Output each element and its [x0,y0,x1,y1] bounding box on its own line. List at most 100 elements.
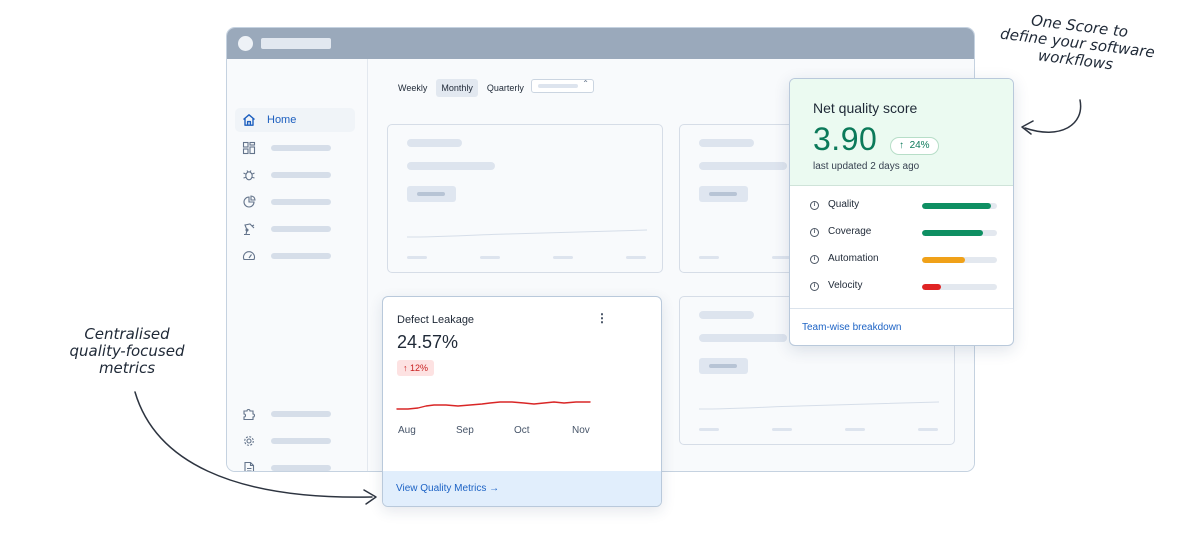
sidebar-item-settings[interactable] [235,429,355,453]
pie-chart-icon [241,194,257,210]
skeleton-tick [699,428,719,431]
sidebar-item-performance[interactable] [235,244,355,268]
annotation-right: One Score to define your software workfl… [983,7,1173,80]
skeleton-tick [407,256,427,259]
sidebar-item-home[interactable]: Home [235,108,355,132]
metric-row-quality: i Quality [810,199,1000,213]
metric-value: 24.57% [397,332,459,352]
trend-sparkline [396,401,591,410]
filter-quarterly[interactable]: Quarterly [482,79,529,97]
sidebar-item-placeholder [271,172,331,178]
sidebar-item-placeholder [271,411,331,417]
sidebar-item-placeholder [271,438,331,444]
sidebar-item-integrations[interactable] [235,402,355,426]
skeleton-line [407,162,495,170]
skeleton-pill [699,186,748,202]
info-icon[interactable]: i [810,255,819,264]
team-wise-breakdown-link[interactable]: Team-wise breakdown [802,322,902,333]
metric-bar [922,203,997,209]
title-bar [227,28,974,59]
score-value: 3.90 [813,121,878,157]
skeleton-tick [626,256,646,259]
x-axis-label: Sep [456,425,474,436]
puzzle-icon [241,406,257,422]
sidebar-item-automation[interactable] [235,217,355,241]
info-icon[interactable]: i [810,282,819,291]
sidebar-item-placeholder [271,465,331,471]
arrow-right-head [1021,120,1034,135]
metric-label: Automation [828,253,879,264]
skeleton-line [407,139,462,147]
skeleton-tick [480,256,500,259]
x-axis-label: Oct [514,425,530,436]
arrow-right [1024,99,1082,133]
metric-bar-fill [922,230,983,236]
metric-row-coverage: i Coverage [810,226,1000,240]
metric-bar [922,284,997,290]
gear-icon [241,433,257,449]
change-badge: ↑ 24% [890,137,939,155]
skeleton-card [387,124,663,273]
arrow-up-icon: ↑ [899,140,904,151]
sidebar-item-reports[interactable] [235,190,355,214]
metric-bar-fill [922,284,941,290]
title-placeholder [261,38,331,49]
metric-label: Quality [828,199,860,210]
grid-icon [241,140,257,156]
change-badge: ↑ 12% [397,360,435,376]
filter-weekly[interactable]: Weekly [393,79,432,97]
info-icon[interactable]: i [810,201,819,210]
skeleton-sparkline [699,401,939,410]
skeleton-tick [553,256,573,259]
metric-row-velocity: i Velocity [810,280,1000,294]
dropdown-caret-icon: ⌃ [582,79,589,88]
sidebar-item-placeholder [271,145,331,151]
metric-bar-fill [922,203,991,209]
window-dot [238,36,253,51]
sidebar-item-placeholder [271,226,331,232]
metric-bar [922,257,997,263]
net-quality-score-card: Net quality score 3.90 ↑ 24% last update… [789,78,1014,346]
card-footer: View Quality Metrics → [383,471,661,506]
filter-dropdown[interactable]: ⌃ [531,79,594,93]
score-header: Net quality score 3.90 ↑ 24% last update… [790,79,1013,186]
defect-leakage-card: Defect Leakage ⋮ 24.57% ↑ 12% Aug Sep Oc… [382,296,662,507]
card-title: Net quality score [813,100,918,116]
info-icon[interactable]: i [810,228,819,237]
sidebar-item-dashboards[interactable] [235,136,355,160]
x-axis-label: Aug [398,425,416,436]
more-options-icon[interactable]: ⋮ [596,311,608,325]
skeleton-line [699,311,754,319]
card-title: Defect Leakage [397,314,475,326]
skeleton-tick [845,428,865,431]
arrow-left-head [363,489,377,505]
metric-bar-fill [922,257,965,263]
skeleton-pill [407,186,456,202]
bug-icon [241,167,257,183]
skeleton-pill [699,358,748,374]
filter-monthly[interactable]: Monthly [436,79,478,97]
annotation-line: quality-focused [69,342,185,360]
last-updated: last updated 2 days ago [813,161,920,172]
robot-arm-icon [241,221,257,237]
skeleton-line [699,334,787,342]
sidebar-item-placeholder [271,253,331,259]
skeleton-tick [699,256,719,259]
skeleton-line [699,162,787,170]
document-icon [241,460,257,471]
sidebar: Home [227,59,368,471]
skeleton-tick [772,428,792,431]
sidebar-item-label: Home [267,114,297,126]
home-icon [241,112,257,128]
divider [790,308,1013,309]
dropdown-placeholder [538,84,578,88]
view-quality-metrics-link[interactable]: View Quality Metrics → [396,483,499,494]
change-value: 12% [410,363,429,373]
period-filter: Weekly Monthly Quarterly [393,79,529,97]
sidebar-item-docs[interactable] [235,456,355,471]
speedometer-icon [241,248,257,264]
metric-label: Velocity [828,280,863,291]
x-axis-label: Nov [572,425,590,436]
sidebar-item-defects[interactable] [235,163,355,187]
change-value: 24% [909,140,930,151]
